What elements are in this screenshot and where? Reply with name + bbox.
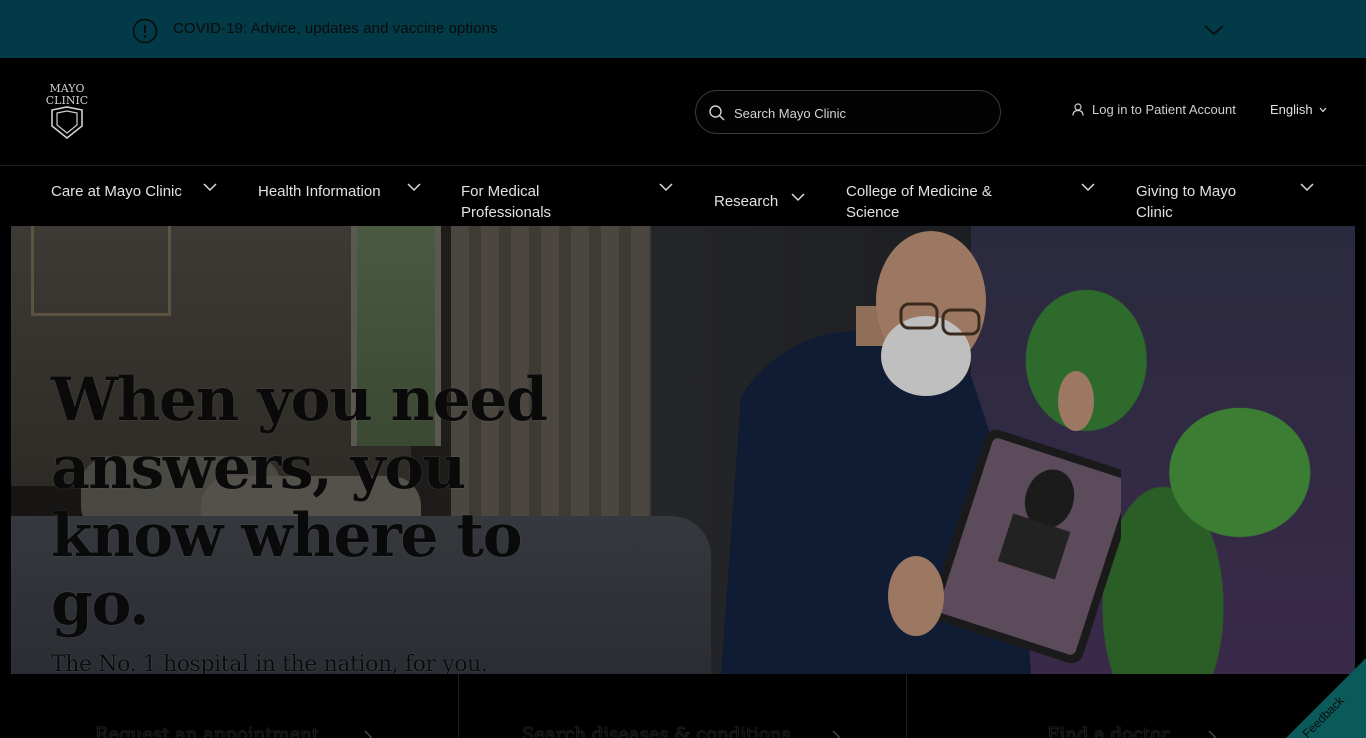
hero-title: When you need answers, you know where to… — [51, 365, 548, 639]
search-icon — [709, 105, 725, 121]
site-header: MAYO CLINIC Log in to Patient Account En… — [0, 58, 1366, 166]
nav-item-college[interactable]: College of Medicine & Science — [846, 181, 1036, 223]
nav-item-medical-professionals[interactable]: For Medical Professionals — [461, 181, 611, 223]
language-selector[interactable]: English — [1270, 102, 1327, 117]
info-alert-icon — [132, 18, 158, 44]
chevron-down-icon[interactable] — [791, 193, 805, 202]
chevron-right-icon — [832, 730, 841, 738]
covid-alert-bar[interactable]: COVID-19: Advice, updates and vaccine op… — [0, 0, 1366, 58]
search-input[interactable] — [734, 102, 984, 124]
card-search-diseases[interactable]: Search diseases & conditions — [458, 674, 906, 738]
chevron-down-icon[interactable] — [407, 183, 421, 192]
search-bar[interactable] — [695, 90, 1001, 134]
chevron-down-icon[interactable] — [1081, 183, 1095, 192]
chevron-down-icon[interactable] — [1300, 183, 1314, 192]
card-label: Search diseases & conditions — [522, 724, 791, 738]
nav-item-research[interactable]: Research — [714, 191, 794, 212]
chevron-down-icon[interactable] — [659, 183, 673, 192]
alert-text[interactable]: COVID-19: Advice, updates and vaccine op… — [173, 20, 498, 37]
main-nav: Care at Mayo Clinic Health Information F… — [0, 167, 1366, 226]
chevron-down-icon[interactable] — [203, 183, 217, 192]
chevron-right-icon — [364, 730, 373, 738]
user-icon — [1072, 103, 1084, 116]
language-label: English — [1270, 102, 1313, 117]
card-request-appointment[interactable]: Request an appointment — [11, 674, 458, 738]
chevron-down-icon[interactable] — [1202, 20, 1226, 40]
nav-item-giving[interactable]: Giving to Mayo Clinic — [1136, 181, 1266, 223]
hero-text-block: When you need answers, you know where to… — [51, 366, 611, 674]
login-label: Log in to Patient Account — [1092, 102, 1236, 117]
nav-item-health-info[interactable]: Health Information — [258, 181, 388, 202]
card-label: Request an appointment — [95, 724, 319, 738]
nav-item-label: Giving to Mayo Clinic — [1136, 183, 1237, 221]
chevron-down-icon — [1319, 107, 1327, 112]
nav-item-label: Care at Mayo Clinic — [51, 183, 182, 200]
chevron-right-icon — [1208, 730, 1217, 738]
hero-wall-art — [31, 226, 171, 316]
card-label: Find a doctor — [1047, 724, 1170, 738]
nav-item-care[interactable]: Care at Mayo Clinic — [51, 181, 191, 202]
nav-item-label: College of Medicine & Science — [846, 183, 992, 221]
patient-login-link[interactable]: Log in to Patient Account — [1072, 102, 1236, 117]
hero-subtitle: The No. 1 hospital in the nation, for yo… — [51, 652, 488, 674]
nav-item-label: For Medical Professionals — [461, 183, 552, 221]
hero-banner: When you need answers, you know where to… — [11, 226, 1355, 674]
nav-item-label: Health Information — [258, 183, 381, 200]
hero-person-with-tablet-image — [721, 231, 1121, 674]
quick-links-row: Request an appointment Search diseases &… — [11, 674, 1355, 738]
feedback-tab[interactable]: Feedback — [1276, 648, 1366, 738]
mayo-clinic-logo[interactable]: MAYO CLINIC — [38, 80, 96, 142]
logo-text-line2: CLINIC — [46, 94, 88, 107]
nav-item-label: Research — [714, 193, 779, 210]
